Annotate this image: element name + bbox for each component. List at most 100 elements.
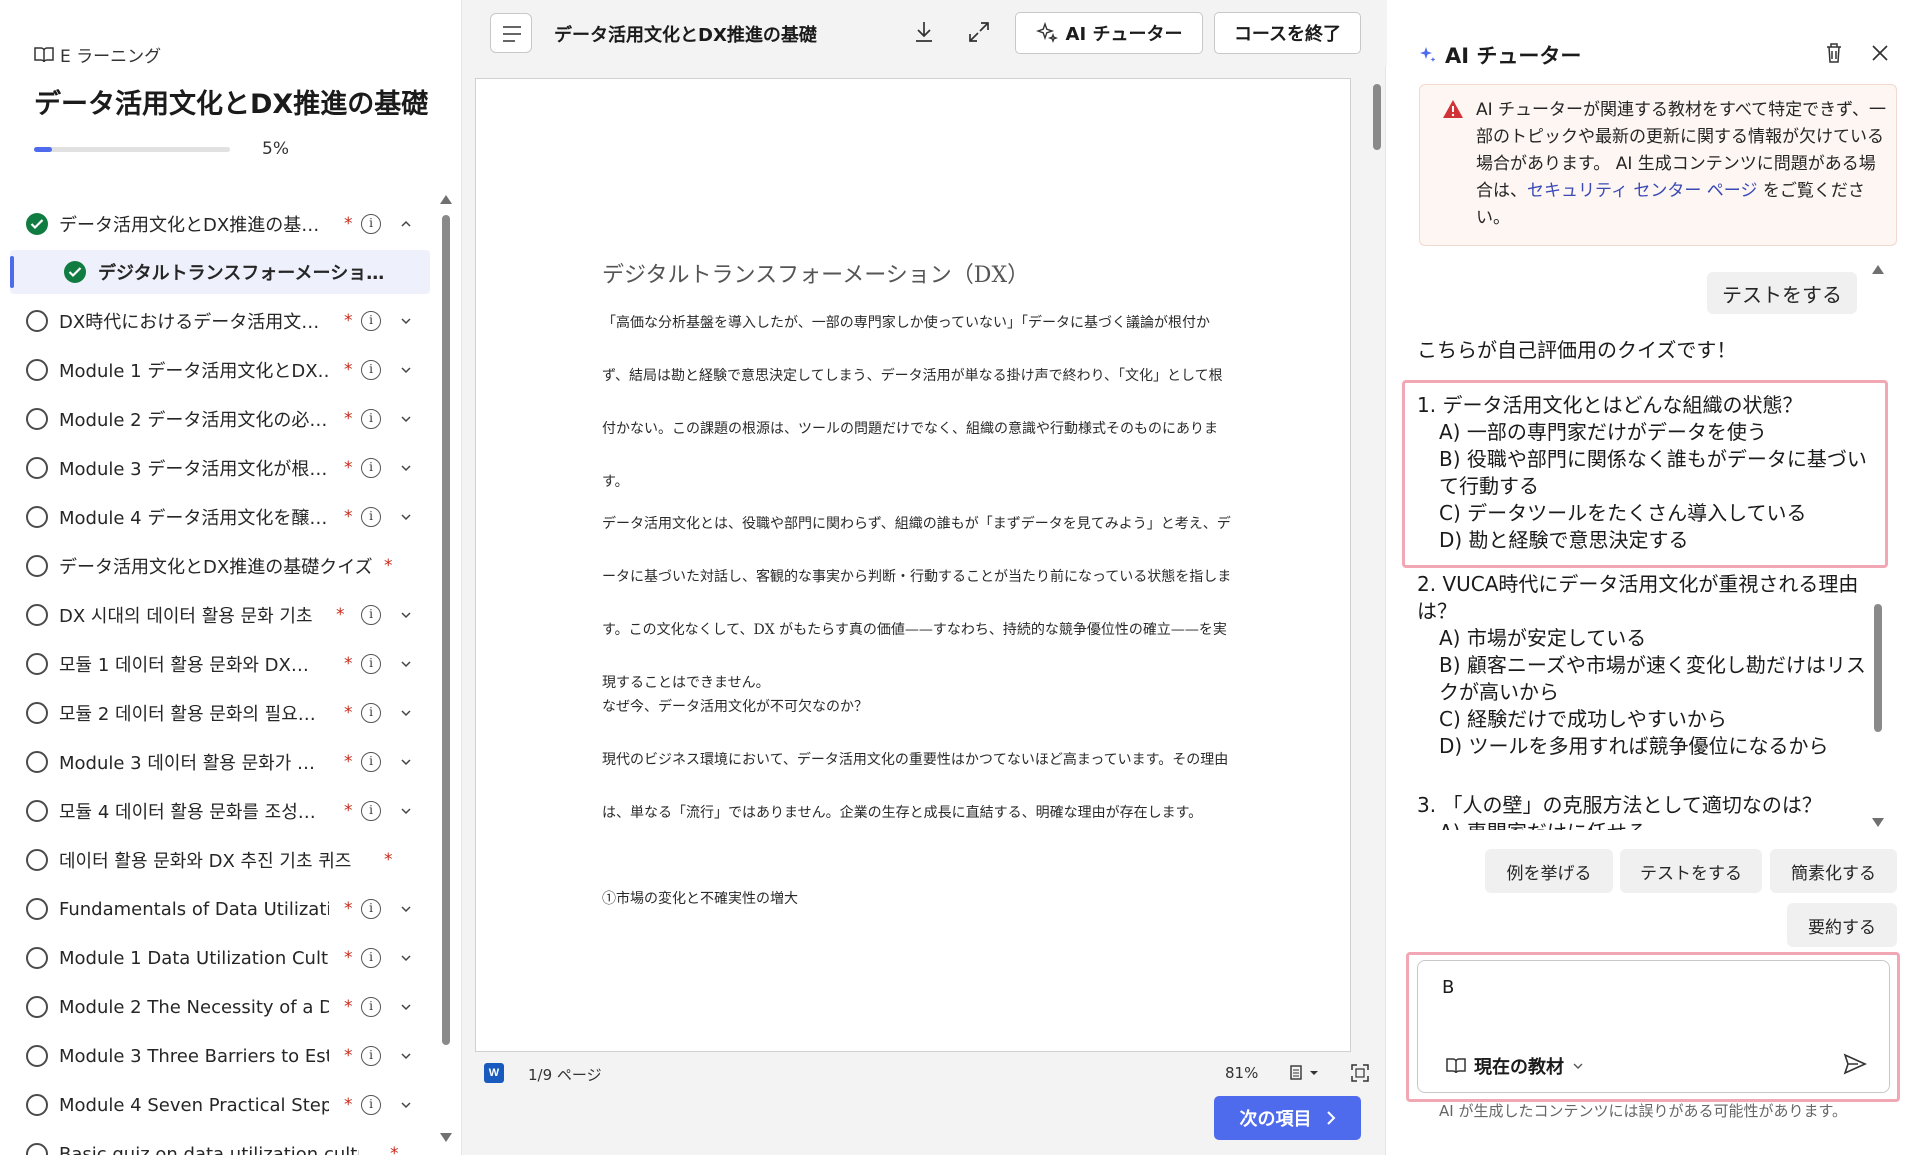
chevron-down-icon[interactable] [400,658,412,670]
scroll-thumb[interactable] [442,215,450,1045]
send-icon[interactable] [1843,1053,1867,1075]
chevron-down-icon[interactable] [400,1001,412,1013]
info-icon[interactable]: i [361,214,381,234]
required-marker: * [390,1144,399,1155]
required-marker: * [344,703,353,723]
info-icon[interactable]: i [361,1046,381,1066]
sidebar-item[interactable]: 데이터 활용 문화와 DX 추진 기초 퀴즈 * [10,838,430,882]
zoom-level[interactable]: 81% [1225,1064,1258,1082]
chevron-down-icon[interactable] [400,756,412,768]
sidebar-item[interactable]: Basic quiz on data utilization culture a… [10,1132,430,1155]
sidebar-item[interactable]: Module 4 Seven Practical Steps … * i [10,1083,430,1127]
sidebar-item[interactable]: 모듈 1 데이터 활용 문화와 DX… * i [10,642,430,686]
course-nav-list: データ活用文化とDX推進の基… * i デジタルトランスフォーメーショ… DX時代におけ… [10,198,430,1155]
sidebar-item[interactable]: Module 3 データ活用文化が根… * i [10,446,430,490]
chat-scroll-up-arrow[interactable] [1872,265,1884,274]
document-page-frame[interactable]: デジタルトランスフォーメーション（DX） 「高価な分析基盤を導入したが、一部の専… [475,78,1351,1052]
info-icon[interactable]: i [361,605,381,625]
chip-test[interactable]: テストをする [1620,849,1762,893]
viewer-statusbar: W 1/9 ページ 81% [462,1055,1387,1091]
info-icon[interactable]: i [361,654,381,674]
sidebar-item[interactable]: DX 시대의 데이터 활용 문화 기초 * i [10,593,430,637]
info-icon[interactable]: i [361,752,381,772]
chat-composer[interactable]: B 現在の教材 [1417,960,1890,1093]
download-icon[interactable] [910,18,938,46]
security-center-link[interactable]: セキュリティ センター ページ [1527,181,1757,201]
sidebar-item[interactable]: Module 3 Three Barriers to Esta… * i [10,1034,430,1078]
chip-summarize[interactable]: 要約する [1787,903,1897,947]
sidebar-item[interactable]: Module 1 データ活用文化とDX… * i [10,348,430,392]
sidebar-item[interactable]: 모듈 2 데이터 활용 문화의 필요… * i [10,691,430,735]
sidebar-item-label: Module 2 The Necessity of a Da… [59,996,329,1018]
chip-example[interactable]: 例を挙げる [1485,849,1613,893]
close-icon[interactable] [1867,40,1893,66]
required-marker: * [344,752,353,772]
document-scroll-thumb[interactable] [1373,84,1381,150]
chevron-down-icon[interactable] [400,903,412,915]
chevron-down-icon[interactable] [400,609,412,621]
document-scrollbar[interactable] [1372,72,1382,1052]
trash-icon[interactable] [1821,40,1847,66]
chat-scroll-thumb[interactable] [1874,604,1882,732]
sidebar-item[interactable]: Module 4 データ活用文化を醸… * i [10,495,430,539]
fit-page-icon[interactable] [1350,1063,1370,1083]
chat-input[interactable]: B [1442,977,1454,998]
info-icon[interactable]: i [361,1095,381,1115]
chevron-down-icon[interactable] [400,805,412,817]
scroll-down-arrow[interactable] [440,1133,452,1142]
context-selector[interactable]: 現在の教材 [1446,1053,1584,1079]
info-icon[interactable]: i [361,703,381,723]
sidebar-item[interactable]: Fundamentals of Data Utilizatio… * i [10,887,430,931]
info-icon[interactable]: i [361,458,381,478]
user-message-bubble: テストをする [1707,272,1857,314]
ai-tutor-panel: AI チューター AI チューターが関連する教材をすべて特定できず、一部のトピッ… [1387,0,1920,1155]
sidebar-scrollbar[interactable] [440,195,452,1145]
not-started-circle-icon [26,751,48,773]
book-icon [1446,1058,1466,1074]
sidebar-item[interactable]: Module 3 데이터 활용 문화가 … * i [10,740,430,784]
chevron-down-icon[interactable] [400,1050,412,1062]
view-mode-icon[interactable] [1288,1064,1322,1082]
sidebar-item[interactable]: データ活用文化とDX推進の基… * i [10,202,430,246]
not-started-circle-icon [26,996,48,1018]
chat-scrollbar[interactable] [1872,262,1884,832]
ai-tutor-button[interactable]: AI チューター [1015,12,1203,54]
chevron-down-icon[interactable] [400,707,412,719]
info-icon[interactable]: i [361,997,381,1017]
chevron-down-icon[interactable] [400,413,412,425]
sidebar-item[interactable]: Module 2 データ活用文化の必… * i [10,397,430,441]
info-icon[interactable]: i [361,409,381,429]
next-item-button[interactable]: 次の項目 [1214,1096,1361,1140]
chat-scroll-down-arrow[interactable] [1872,818,1884,827]
sidebar-item[interactable]: DX時代におけるデータ活用文… * i [10,299,430,343]
sidebar-item[interactable]: Module 1 Data Utilization Cultu… * i [10,936,430,980]
info-icon[interactable]: i [361,360,381,380]
chevron-up-icon[interactable] [400,218,412,230]
chevron-down-icon[interactable] [400,1099,412,1111]
not-started-circle-icon [26,604,48,626]
info-icon[interactable]: i [361,311,381,331]
page-indicator: 1/9 ページ [528,1066,602,1084]
sidebar-item[interactable]: デジタルトランスフォーメーショ… [10,250,430,294]
chevron-down-icon[interactable] [400,511,412,523]
chevron-down-icon[interactable] [400,364,412,376]
assistant-intro: こちらが自己評価用のクイズです！ [1417,338,1737,362]
info-icon[interactable]: i [361,507,381,527]
sidebar-item[interactable]: Module 2 The Necessity of a Da… * i [10,985,430,1029]
expand-icon[interactable] [965,18,993,46]
chevron-down-icon[interactable] [400,952,412,964]
sidebar-item[interactable]: 모듈 4 데이터 활용 문화를 조성… * i [10,789,430,833]
chevron-down-icon[interactable] [400,462,412,474]
info-icon[interactable]: i [361,899,381,919]
scroll-up-arrow[interactable] [440,195,452,204]
end-course-button[interactable]: コースを終了 [1214,12,1361,54]
required-marker: * [344,1095,353,1115]
chip-simplify[interactable]: 簡素化する [1770,849,1897,893]
info-icon[interactable]: i [361,801,381,821]
sidebar-item[interactable]: データ活用文化とDX推進の基礎クイズ * [10,544,430,588]
chevron-down-icon[interactable] [400,315,412,327]
sidebar-item-label: DX 시대의 데이터 활용 문화 기초 [59,606,313,627]
document-paragraph-4: 現代のビジネス環境において、データ活用文化の重要性はかつてないほど高まっています… [602,752,1229,821]
toggle-sidebar-button[interactable] [490,13,532,53]
info-icon[interactable]: i [361,948,381,968]
